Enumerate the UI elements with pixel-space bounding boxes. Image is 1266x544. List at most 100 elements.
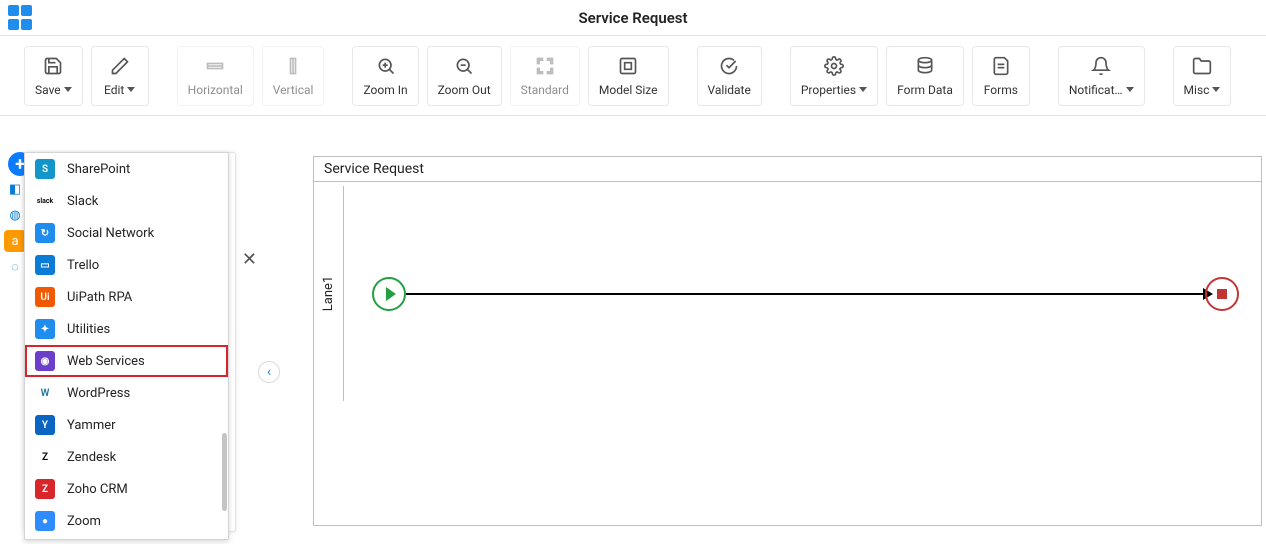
edit-label: Edit: [104, 83, 135, 97]
service-dropdown: S SharePoint slack Slack ↻ Social Network ▭ Tre…: [24, 152, 229, 540]
notifications-button[interactable]: Notificat…: [1058, 46, 1145, 106]
service-icon: W: [35, 383, 55, 403]
folder-icon: [1191, 55, 1213, 77]
standard-button: Standard: [510, 46, 580, 106]
dropdown-item-label: Trello: [67, 258, 99, 273]
dropdown-item-label: Zoom: [67, 514, 101, 529]
database-icon: [914, 55, 936, 77]
service-icon: ✦: [35, 319, 55, 339]
forms-label: Forms: [984, 83, 1018, 97]
dropdown-item-social-network[interactable]: ↻ Social Network: [25, 217, 228, 249]
service-icon: ↻: [35, 223, 55, 243]
bell-icon: [1090, 55, 1112, 77]
process-canvas[interactable]: Service Request Lane1: [313, 156, 1262, 526]
dropdown-item-label: SharePoint: [67, 162, 130, 177]
model-size-icon: [617, 55, 639, 77]
zoom-in-button[interactable]: Zoom In: [352, 46, 418, 106]
dropdown-item-sharepoint[interactable]: S SharePoint: [25, 153, 228, 185]
zoom-in-label: Zoom In: [363, 83, 407, 97]
page-title: Service Request: [578, 9, 687, 27]
zoom-in-icon: [375, 55, 397, 77]
forms-button[interactable]: Forms: [972, 46, 1030, 106]
service-icon: Ui: [35, 287, 55, 307]
service-icon: Z: [35, 447, 55, 467]
dropdown-item-label: Social Network: [67, 226, 154, 241]
properties-button[interactable]: Properties: [790, 46, 878, 106]
form-data-button[interactable]: Form Data: [886, 46, 964, 106]
notifications-label: Notificat…: [1069, 83, 1134, 97]
horizontal-icon: [204, 55, 226, 77]
save-button[interactable]: Save: [24, 46, 83, 106]
lane: Lane1: [314, 186, 1261, 401]
dropdown-item-slack[interactable]: slack Slack: [25, 185, 228, 217]
model-size-button[interactable]: Model Size: [588, 46, 669, 106]
dropdown-item-yammer[interactable]: Y Yammer: [25, 409, 228, 441]
save-icon: [42, 55, 64, 77]
zoom-out-icon: [453, 55, 475, 77]
horizontal-label: Horizontal: [188, 83, 243, 97]
dropdown-item-label: Slack: [67, 194, 98, 209]
service-icon: ▭: [35, 255, 55, 275]
zoom-out-button[interactable]: Zoom Out: [427, 46, 502, 106]
dropdown-item-label: WordPress: [67, 386, 130, 401]
validate-icon: [718, 55, 740, 77]
service-icon: Y: [35, 415, 55, 435]
misc-button[interactable]: Misc: [1173, 46, 1232, 106]
service-icon: Z: [35, 479, 55, 499]
model-size-label: Model Size: [599, 83, 658, 97]
collapse-panel-button[interactable]: ‹: [258, 361, 280, 383]
dropdown-item-label: Web Services: [67, 354, 145, 369]
dropdown-item-wordpress[interactable]: W WordPress: [25, 377, 228, 409]
service-icon: ●: [35, 511, 55, 531]
scrollbar[interactable]: [222, 433, 227, 511]
dropdown-item-label: Zendesk: [67, 450, 116, 465]
service-icon: slack: [35, 191, 55, 211]
dropdown-item-zendesk[interactable]: Z Zendesk: [25, 441, 228, 473]
rail-icon[interactable]: ◍: [4, 204, 26, 226]
misc-label: Misc: [1184, 83, 1221, 97]
edit-icon: [109, 55, 131, 77]
gear-icon: [823, 55, 845, 77]
properties-label: Properties: [801, 83, 867, 97]
dropdown-item-label: UiPath RPA: [67, 290, 132, 305]
vertical-button: Vertical: [262, 46, 325, 106]
validate-button[interactable]: Validate: [697, 46, 762, 106]
dropdown-item-label: Utilities: [67, 322, 110, 337]
toolbar: Save Edit Horizontal Vertical Zoom In Zo…: [0, 36, 1266, 116]
dropdown-item-label: Zoho CRM: [67, 482, 128, 497]
start-event-node[interactable]: [372, 277, 406, 311]
forms-icon: [990, 55, 1012, 77]
standard-icon: [534, 55, 556, 77]
lane-label: Lane1: [321, 276, 336, 311]
canvas-title: Service Request: [314, 157, 1261, 182]
validate-label: Validate: [708, 83, 751, 97]
dropdown-item-utilities[interactable]: ✦ Utilities: [25, 313, 228, 345]
vertical-icon: [282, 55, 304, 77]
top-header: Service Request: [0, 0, 1266, 36]
close-icon[interactable]: ✕: [242, 249, 257, 270]
dropdown-item-trello[interactable]: ▭ Trello: [25, 249, 228, 281]
end-event-node[interactable]: [1205, 277, 1239, 311]
horizontal-button: Horizontal: [177, 46, 254, 106]
rail-icon[interactable]: ◧: [4, 178, 26, 200]
form-data-label: Form Data: [897, 83, 953, 97]
lane-body[interactable]: [344, 186, 1261, 401]
lane-header[interactable]: Lane1: [314, 186, 344, 401]
service-icon: ◉: [35, 351, 55, 371]
dropdown-item-label: Yammer: [67, 418, 116, 433]
dropdown-item-web-services[interactable]: ◉ Web Services: [25, 345, 228, 377]
edit-button[interactable]: Edit: [91, 46, 149, 106]
vertical-label: Vertical: [273, 83, 314, 97]
rail-icon[interactable]: ◌: [4, 256, 26, 278]
work-area: ◩ ◧ ◍ a ◌ + ACTIVITY LIBRARY ✕ SSharePoi…: [0, 116, 1266, 544]
standard-label: Standard: [521, 83, 569, 97]
dropdown-item-zoho-crm[interactable]: Z Zoho CRM: [25, 473, 228, 505]
app-launcher-icon[interactable]: [8, 5, 34, 31]
sequence-flow[interactable]: [406, 293, 1205, 295]
zoom-out-label: Zoom Out: [438, 83, 491, 97]
save-label: Save: [35, 83, 72, 97]
service-icon: S: [35, 159, 55, 179]
dropdown-item-uipath-rpa[interactable]: Ui UiPath RPA: [25, 281, 228, 313]
dropdown-item-zoom[interactable]: ● Zoom: [25, 505, 228, 537]
rail-icon[interactable]: a: [4, 230, 26, 252]
